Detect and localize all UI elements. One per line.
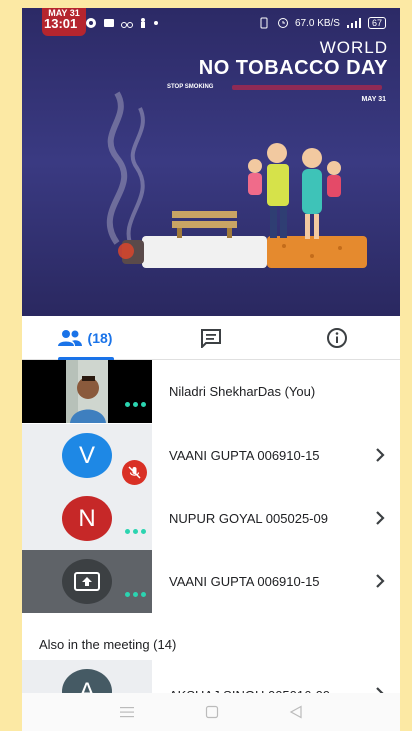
status-bar: 13:01 67.0 KB/S 67	[22, 8, 400, 38]
participant-name: Niladri ShekharDas (You)	[169, 384, 316, 399]
chevron-right-icon[interactable]	[374, 447, 386, 463]
people-count: (18)	[87, 329, 113, 346]
people-icon	[57, 329, 82, 346]
tab-people[interactable]: (18)	[22, 316, 148, 360]
participant-row[interactable]: VAANI GUPTA 006910-15	[22, 550, 400, 613]
battery-indicator: 67	[367, 17, 386, 29]
vibrate-icon	[260, 17, 268, 29]
menu-icon[interactable]	[119, 706, 135, 718]
system-nav-bar	[22, 693, 400, 731]
phone-screen: MAY 31 WORLD NO TOBACCO DAY STOP SMOKING…	[22, 8, 400, 731]
participant-row[interactable]: N NUPUR GOYAL 005025-09	[22, 487, 400, 550]
participant-name: VAANI GUPTA 006910-15	[169, 448, 320, 463]
self-video-tile	[22, 360, 152, 423]
chat-icon	[201, 328, 221, 348]
audio-indicator	[125, 402, 146, 407]
avatar: A	[62, 669, 112, 694]
participant-row-partial[interactable]: A AKSHAJ SINGH 005016-09	[22, 660, 400, 694]
participant-tile: A	[22, 660, 152, 694]
chevron-right-icon[interactable]	[374, 573, 386, 589]
back-icon[interactable]	[289, 705, 303, 719]
avatar: V	[62, 433, 112, 478]
meeting-tabs: (18)	[22, 316, 400, 360]
banner-title-world: WORLD	[319, 38, 388, 57]
participant-row[interactable]: Niladri ShekharDas (You)	[22, 360, 400, 423]
dot-icon	[154, 21, 159, 25]
tab-chat[interactable]	[148, 316, 274, 359]
banner-tagline-highlight	[232, 85, 382, 90]
status-notification-icons	[85, 17, 159, 29]
participant-row[interactable]: V VAANI GUPTA 006910-15	[22, 424, 400, 487]
banner-title-no-tobacco-day: NO TOBACCO DAY	[198, 57, 388, 79]
chevron-right-icon[interactable]	[374, 510, 386, 526]
record-icon	[86, 18, 97, 28]
tab-info[interactable]	[274, 316, 400, 359]
home-icon[interactable]	[205, 705, 219, 719]
banner-date: MAY 31	[361, 96, 386, 103]
main-stage-banner: MAY 31 WORLD NO TOBACCO DAY STOP SMOKING…	[22, 8, 400, 316]
status-time: 13:01	[44, 15, 78, 31]
info-icon	[327, 327, 347, 348]
banner-tagline: STOP SMOKING	[167, 84, 214, 90]
signal-icon	[346, 18, 361, 28]
bike-icon	[121, 22, 134, 28]
also-in-meeting-heading: Also in the meeting (14)	[39, 637, 177, 652]
person-icon	[141, 18, 146, 28]
participant-name: VAANI GUPTA 006910-15	[169, 574, 320, 589]
participant-tile: N	[22, 487, 152, 550]
network-speed: 67.0 KB/S	[294, 17, 340, 29]
avatar: N	[62, 496, 112, 541]
audio-indicator	[125, 529, 146, 534]
status-system-icons: 67.0 KB/S 67	[257, 17, 386, 29]
audio-indicator	[125, 592, 146, 597]
screen-share-avatar	[62, 559, 112, 604]
participant-name: NUPUR GOYAL 005025-09	[169, 511, 328, 526]
participant-tile: V	[22, 424, 152, 487]
screen-share-tile	[22, 550, 152, 613]
self-video-feed	[66, 360, 108, 423]
participant-name: AKSHAJ SINGH 005016-09	[169, 664, 330, 694]
notification-app-icon	[104, 19, 115, 27]
mic-muted-icon	[122, 460, 147, 485]
present-screen-icon	[74, 571, 100, 591]
alarm-icon	[277, 18, 288, 28]
